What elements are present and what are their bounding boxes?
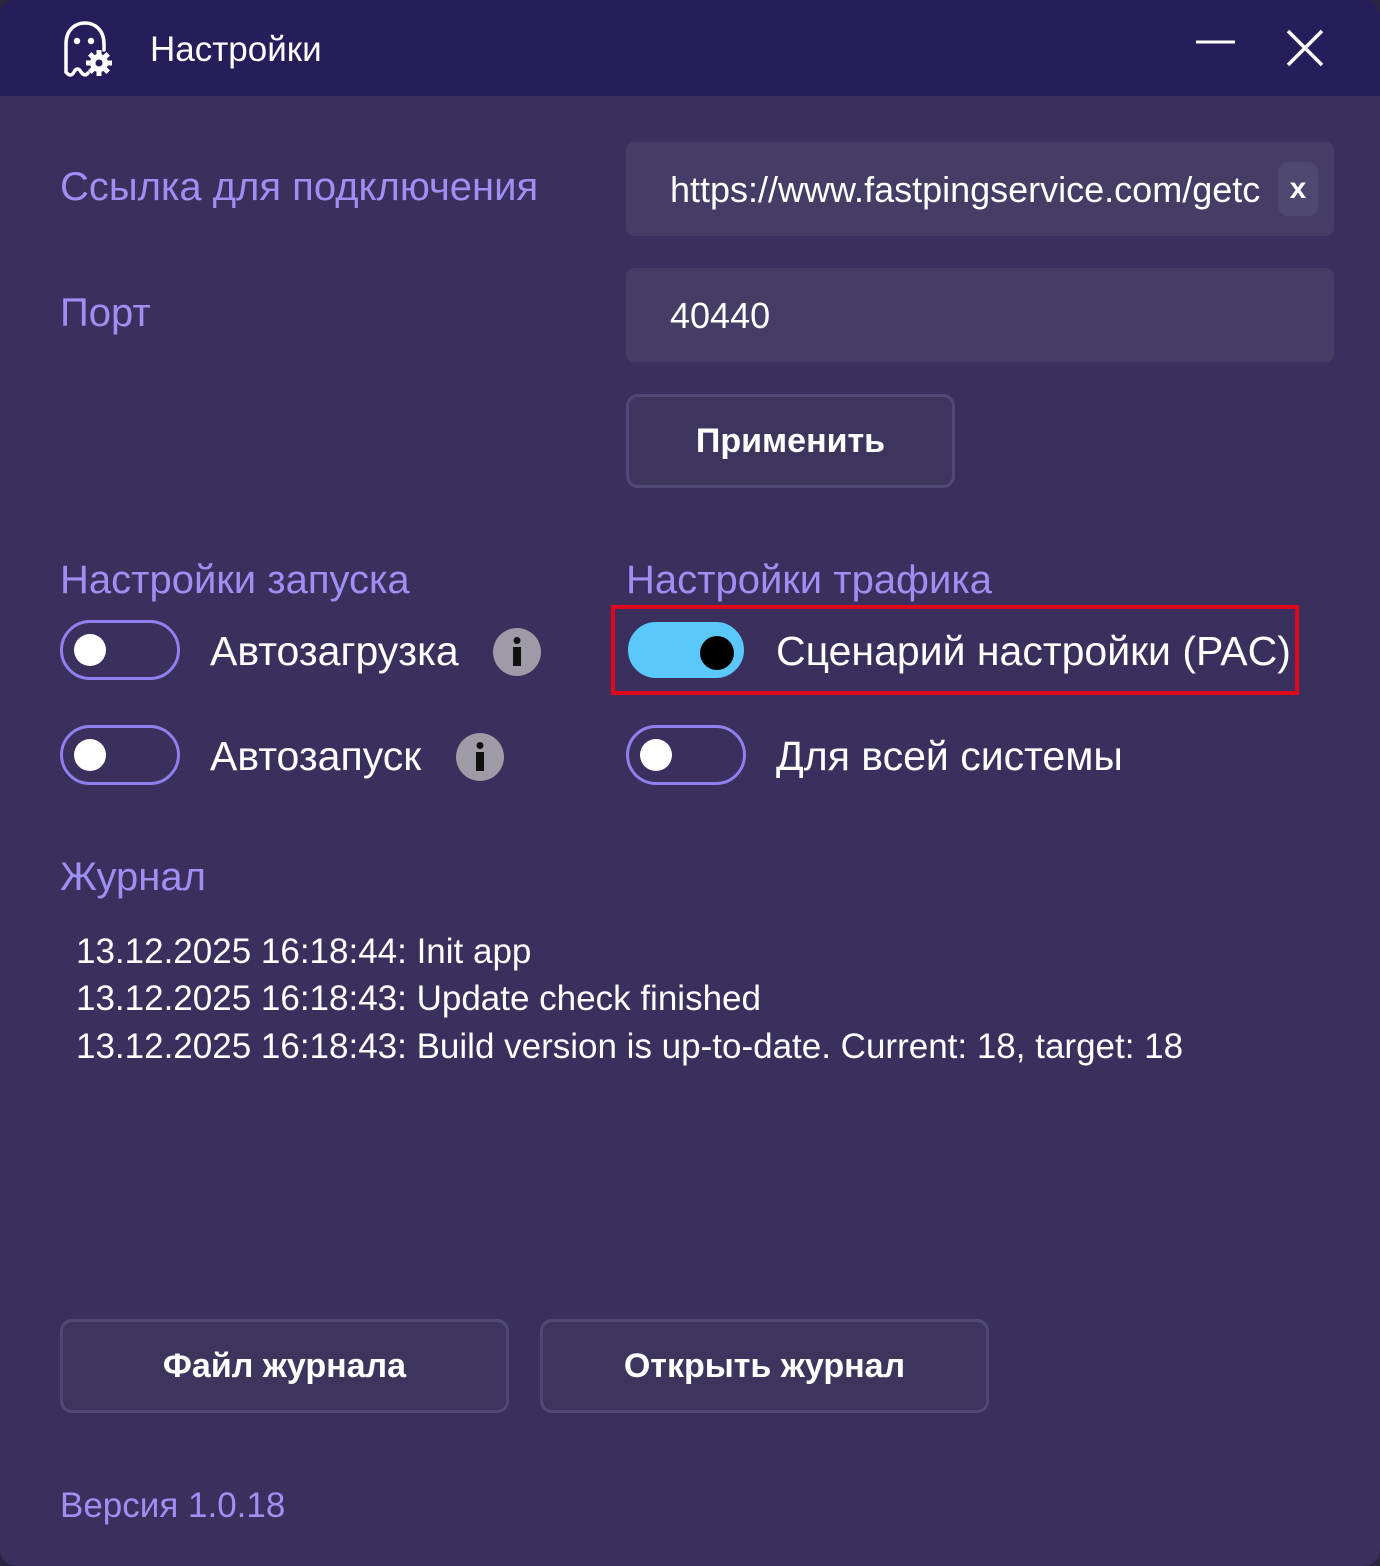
window-title: Настройки [150,30,322,69]
minimize-button[interactable] [1185,20,1245,76]
version-label: Версия 1.0.18 [60,1486,286,1525]
pac-script-label: Сценарий настройки (PAC) [776,628,1291,674]
log-line: 13.12.2025 16:18:43: Update check finish… [76,979,761,1018]
autoload-toggle[interactable] [60,620,180,680]
open-log-button[interactable]: Открыть журнал [540,1319,989,1413]
connection-url-field[interactable]: https://www.fastpingservice.com/getc x [626,142,1334,236]
traffic-settings-heading: Настройки трафика [626,558,992,602]
port-label: Порт [60,291,151,335]
toggle-knob [74,634,106,666]
log-heading: Журнал [60,855,206,899]
toggle-knob [74,739,106,771]
ghost-gear-icon [64,21,112,77]
port-field[interactable]: 40440 [626,268,1334,362]
toggle-knob [640,739,672,771]
title-bar[interactable]: Настройки [0,0,1380,96]
connection-url-label: Ссылка для подключения [60,165,539,209]
port-value[interactable]: 40440 [670,294,770,338]
system-wide-toggle[interactable] [626,725,746,785]
autoload-label: Автозагрузка [210,628,459,674]
autostart-toggle[interactable] [60,725,180,785]
autostart-label: Автозапуск [210,733,422,779]
log-line: 13.12.2025 16:18:43: Build version is up… [76,1027,1184,1066]
toggle-knob [700,636,734,670]
settings-window: Настройки Ссылка для подключения https:/… [0,0,1380,1566]
log-file-button[interactable]: Файл журнала [60,1319,509,1413]
system-wide-label: Для всей системы [776,733,1123,779]
info-icon[interactable] [493,628,541,676]
apply-button[interactable]: Применить [626,394,955,488]
close-icon [1286,29,1324,67]
close-button[interactable] [1275,20,1335,76]
pac-script-toggle[interactable] [628,622,744,678]
info-icon[interactable] [456,733,504,781]
launch-settings-heading: Настройки запуска [60,558,410,602]
minimize-icon [1196,40,1235,44]
clear-url-button[interactable]: x [1278,162,1318,216]
log-line: 13.12.2025 16:18:44: Init app [76,932,532,971]
connection-url-value[interactable]: https://www.fastpingservice.com/getc [670,168,1266,212]
